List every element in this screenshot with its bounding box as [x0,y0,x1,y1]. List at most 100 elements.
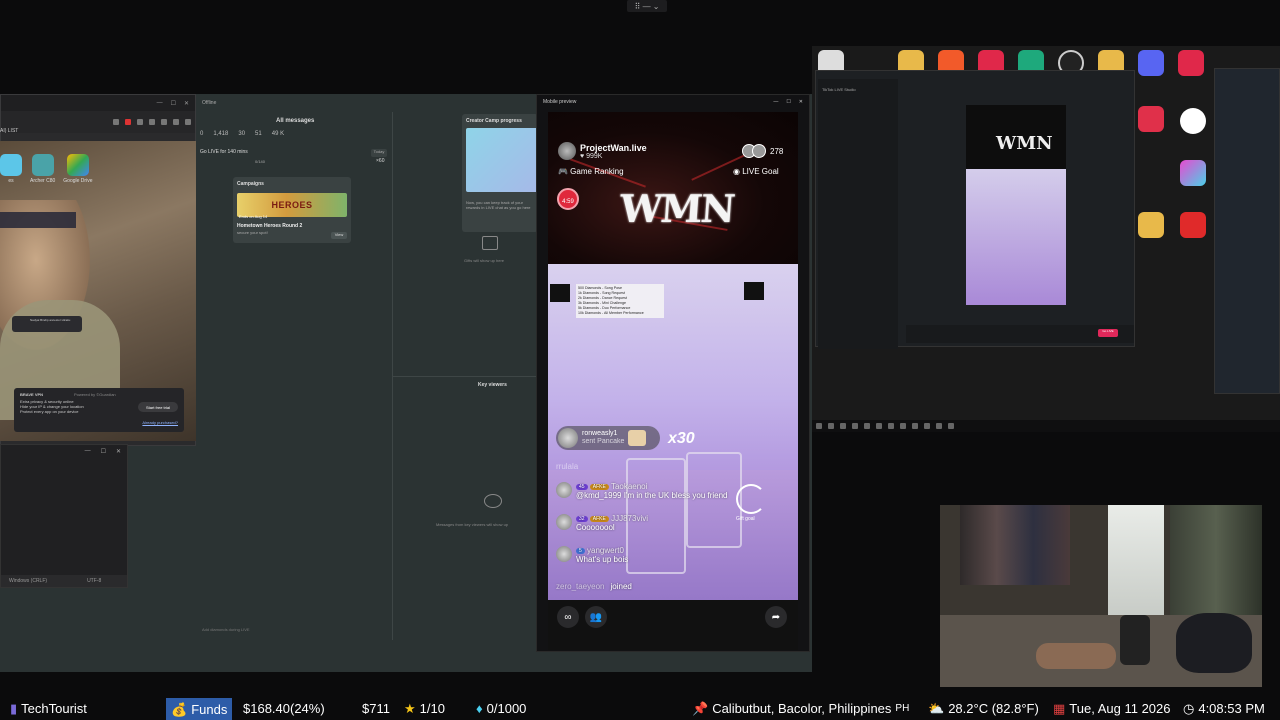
close-icon[interactable]: ✕ [116,448,121,455]
maximize-icon[interactable]: ☐ [171,100,176,107]
app-icon[interactable] [1138,106,1164,132]
menu-line: 10k Diamonds - All Member Performance [578,311,644,315]
countdown-timer: 4:59 [557,188,579,210]
profile-icon[interactable] [173,119,179,125]
chat-username: JJJ873vivi [611,514,648,523]
folder-icon[interactable] [1138,212,1164,238]
all-messages-title: All messages [276,118,315,124]
live-goal-button[interactable]: ◉ LIVE Goal [733,167,779,176]
notepad-titlebar: — ☐ ✕ [1,445,127,457]
brave-rewards-icon[interactable] [125,119,131,125]
location: 📌 Calibutbut, Bacolor, Philippines PH [692,697,909,720]
wallet-icon[interactable] [161,119,167,125]
guest-icon[interactable]: 👥 [585,606,607,628]
chat-message[interactable]: 45 AFKE Taokaenoi @kmd_1999 I'm in the U… [556,482,728,500]
streamer-arm [1036,643,1116,669]
line-ending-label: Windows (CRLF) [9,578,48,584]
funds-label: Funds [191,702,228,717]
studio-capture-logo: WMN [996,133,1053,154]
campaign-sub: secure your spot! [237,230,268,235]
mobile-preview-header: Mobile preview — ☐ ✕ [537,95,809,109]
discord-icon[interactable] [1138,50,1164,76]
task-progress: 0/140 [255,159,266,164]
stream-logo: WMN [618,186,736,231]
app-icon[interactable] [1180,160,1206,186]
search-bar[interactable] [0,212,76,228]
taskbar-icon [948,423,954,429]
level-badge: 32 [576,515,588,522]
share-icon[interactable]: ➦ [765,606,787,628]
gifter-avatar [558,428,578,448]
shortcut-item[interactable]: Archer C80 [30,154,55,184]
google-drive-icon [66,154,89,176]
chat-message[interactable]: 32 AFKE JJJ873vivi Coooooool [556,514,648,532]
taskbar-icon [900,423,906,429]
close-icon[interactable]: ✕ [799,99,803,105]
light-fixture-icon [744,282,764,300]
window [1108,505,1164,615]
chat-username: yangwert0 [587,546,624,555]
desktop: ⠿ — ⌄ — ☐ ✕ AI) LIST es Archer C80 Google … [0,0,1280,720]
creator-camp-card: Creator Camp progress Now, you can keep … [462,114,538,232]
stream-status-bar: ▮ TechTourist 💰 Funds $168.40(24%) $711 ★ 1… [0,697,1280,720]
sidebar-icon[interactable] [149,119,155,125]
gift-icon [482,236,498,250]
maximize-icon[interactable]: ☐ [101,448,106,455]
diamond-menu-sign: 500 Diamonds - Song Pose 1k Diamonds - S… [576,284,664,318]
gifts-empty-text: Gifts will show up here [464,258,505,263]
funds-value: $168.40(24%) [243,701,325,716]
taskbar-capture [812,420,1280,432]
viewer-count[interactable]: 278 [742,144,783,158]
shortcut-item[interactable]: es [0,154,22,184]
shortcut-item[interactable]: Google Drive [63,154,92,184]
anydesk-icon[interactable] [1180,212,1206,238]
weather-text: 28.2°C (82.8°F) [948,701,1039,716]
add-diamonds-input[interactable]: Add diamonds during LIVE [202,627,250,632]
chat-text: @kmd_1999 I'm in the UK bless you friend [576,491,728,500]
studio-capture-sidebar: TikTok LIVE Studio [818,79,898,349]
window-control-handle[interactable]: ⠿ — ⌄ [627,0,667,12]
side-window-capture [1214,68,1280,394]
chrome-icon[interactable] [1180,108,1206,134]
key-viewers-empty: Messages from key viewers will show up [436,522,509,527]
amount: $711 [362,701,390,716]
menu-icon[interactable] [185,119,191,125]
date: ▦ Tue, Aug 11 2026 [1053,697,1171,720]
host-info[interactable]: ProjectWan.live ♥ 999K [558,142,647,160]
campaign-banner-text: HEROES [271,200,313,210]
taskbar-icon [888,423,894,429]
minimize-icon[interactable]: — [157,100,163,106]
news-card[interactable]: Nadyai Bindip ancestor Hiraku [12,316,82,332]
taskbar-icon [840,423,846,429]
game-ranking-button[interactable]: 🎮 Game Ranking [558,167,624,176]
stat-shares: 51 [255,131,262,137]
viewer-count-text: 278 [770,146,784,156]
minimize-icon[interactable]: — [773,99,778,105]
close-icon[interactable]: ✕ [184,100,189,107]
minimize-icon[interactable]: — [85,448,91,454]
maximize-icon[interactable]: ☐ [786,99,790,105]
weather: ⛅ 28.2°C (82.8°F) [928,697,1039,720]
view-campaign-button[interactable]: View [331,232,347,239]
gift-goal-ring[interactable] [736,484,766,514]
joined-username: zero_taeyeon [556,582,605,591]
diamonds-value: 0/1000 [486,701,527,716]
studio-capture-go-live[interactable]: Go LIVE [1098,329,1118,337]
phone-bottom-bar [548,600,798,650]
time-text: 4:08:53 PM [1198,701,1265,716]
extensions-icon[interactable] [137,119,143,125]
link-icon[interactable]: ∞ [557,606,579,628]
stat-comments: 30 [238,131,246,137]
channel-icon: ▮ [10,700,18,716]
shield-icon[interactable] [113,119,119,125]
already-purchased-link[interactable]: Already purchased? [142,420,178,425]
notepad-statusbar: Windows (CRLF) UTF-8 [1,575,127,587]
goal-icon: ◉ [733,167,743,176]
bookmark-list-label[interactable]: AI) LIST [0,128,18,134]
chat-message[interactable]: 5 yangwert0 What's up bois [556,546,628,564]
moneybag-icon: 💰 [171,701,188,717]
tiktok-icon[interactable] [1178,50,1204,76]
host-avatar [558,142,576,160]
start-free-trial-button[interactable]: Start free trial [138,402,178,412]
diamond-icon: ♦ [476,701,483,716]
